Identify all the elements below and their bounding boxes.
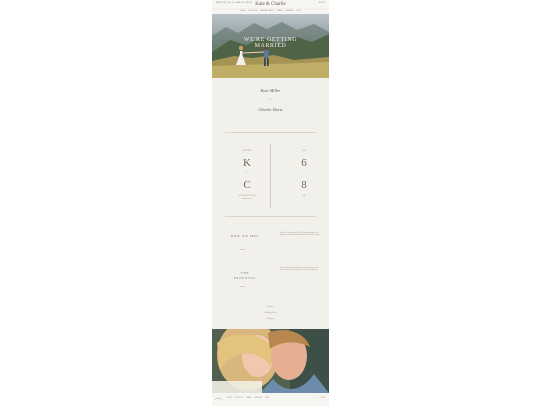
date-ampersand: & — [303, 173, 305, 174]
brand-logo[interactable]: Kate & Charlie — [212, 0, 329, 9]
top-bar: KATE MILLER & CHARLIE DAVIS Kate & Charl… — [212, 0, 329, 8]
footer-link-home[interactable]: HOME — [227, 398, 232, 399]
couple-photo — [212, 329, 329, 393]
names-ampersand: & — [269, 99, 272, 101]
month-label: SEPTEMBER — [242, 151, 252, 152]
story-proposal: THE PROPOSAL On a quiet morning hike at … — [225, 268, 319, 296]
footer-nav: HOME OUR STORY TRAVEL REGISTRY RSVP — [227, 398, 269, 399]
link-registry[interactable]: Registry — [212, 316, 329, 322]
date-eight: 8 — [301, 179, 307, 191]
monogram-divider — [270, 144, 271, 208]
date-six: 6 — [301, 157, 307, 169]
groom-name: Charlie Davis — [258, 107, 283, 112]
footer-link-registry[interactable]: REGISTRY — [255, 398, 262, 399]
couple-portrait — [212, 329, 329, 393]
story-text: We met in the summer of 2019 at a friend… — [280, 233, 321, 236]
day-label: SAT — [302, 196, 306, 197]
bride-name: Kate Miller — [260, 88, 281, 93]
hero-title-line-2: MARRIED — [254, 43, 287, 49]
story-text: On a quiet morning hike at sunrise, Char… — [280, 268, 320, 271]
section-divider — [225, 216, 316, 217]
monogram-c: C — [243, 179, 251, 191]
hero-image: WE'RE GETTING MARRIED — [212, 14, 329, 78]
story-how-we-met: HOW WE MET We met in the summer of 2019 … — [225, 231, 321, 259]
footer-link-rsvp[interactable]: RSVP — [265, 398, 269, 399]
story-ornament — [240, 286, 245, 287]
left-underline — [242, 198, 252, 199]
story-heading: HOW WE MET — [230, 234, 260, 238]
footer-copyright: © 2024 — [319, 398, 325, 399]
section-divider — [225, 132, 316, 133]
story-heading: THE PROPOSAL — [233, 271, 257, 280]
footer-link-travel[interactable]: TRAVEL — [246, 398, 252, 399]
year-label: 2024 — [302, 151, 306, 152]
monogram-ampersand: & — [246, 173, 248, 174]
monogram-date-panel: SEPTEMBER K & C SONOMA, CALIFORNIA 2024 … — [225, 144, 316, 208]
wedding-page: KATE MILLER & CHARLIE DAVIS Kate & Charl… — [212, 0, 329, 406]
hero-title: WE'RE GETTING MARRIED — [212, 37, 329, 49]
story-ornament — [240, 249, 245, 250]
footer: HOME OUR STORY TRAVEL REGISTRY RSVP © 20… — [212, 393, 329, 406]
rsvp-link[interactable]: RSVP — [319, 2, 325, 4]
footer-link-our-story[interactable]: OUR STORY — [235, 398, 244, 399]
page-links: Our Story Wedding Party Registry — [212, 304, 329, 322]
footer-logo-icon[interactable] — [215, 397, 222, 401]
monogram-k: K — [243, 157, 251, 169]
couple-names: Kate Miller & Charlie Davis — [212, 88, 329, 112]
